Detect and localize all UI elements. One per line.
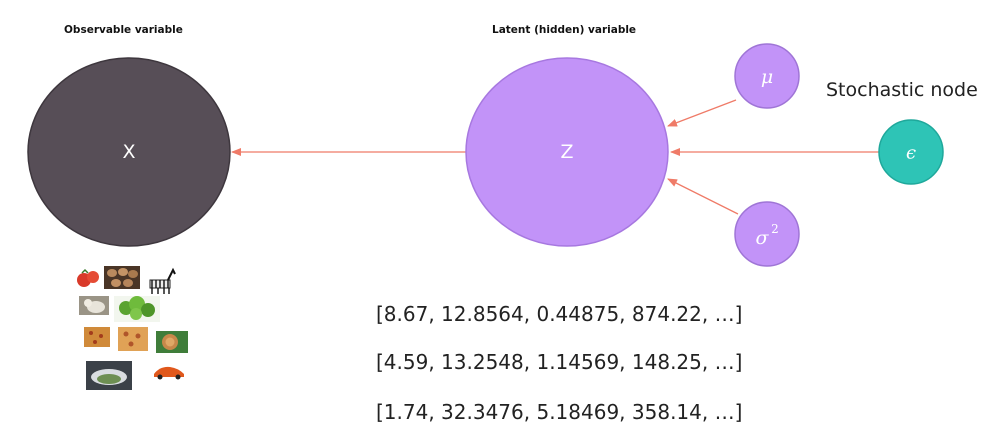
node-x-label: X <box>122 141 135 163</box>
image-thumbnails <box>77 265 188 390</box>
pizza-thumbnail <box>84 327 110 347</box>
node-mu: μ <box>734 43 800 109</box>
diagram-canvas: X Z μ σ 2 ϵ <box>27 43 944 390</box>
latent-vector-2: [4.59, 13.2548, 1.14569, 148.25, …] <box>376 350 743 374</box>
node-sigma-squared: σ 2 <box>734 201 800 267</box>
bread-thumbnail <box>118 327 148 351</box>
stochastic-node-label: Stochastic node <box>826 79 978 101</box>
sports-car-thumbnail <box>154 366 184 380</box>
sigma-superscript: 2 <box>771 222 779 236</box>
latent-vector-3: [1.74, 32.3476, 5.18469, 358.14, …] <box>376 400 743 424</box>
lion-thumbnail <box>156 331 188 353</box>
stadium-thumbnail <box>86 361 132 390</box>
sigma-symbol: σ <box>756 227 770 249</box>
eggs-thumbnail <box>104 266 140 289</box>
node-z-label: Z <box>560 141 573 163</box>
node-epsilon: ϵ <box>878 119 944 185</box>
cat-thumbnail <box>79 296 109 315</box>
arrow-mu-to-z <box>667 99 737 127</box>
mu-symbol: μ <box>761 66 773 88</box>
node-z: Z <box>465 57 669 247</box>
tomato-thumbnail <box>77 268 99 287</box>
lettuce-thumbnail <box>114 296 160 322</box>
arrow-sigma-to-z <box>667 178 739 215</box>
epsilon-symbol: ϵ <box>906 143 916 164</box>
zebra-thumbnail <box>146 265 176 295</box>
node-x: X <box>27 57 231 247</box>
latent-vector-1: [8.67, 12.8564, 0.44875, 874.22, …] <box>376 302 743 326</box>
